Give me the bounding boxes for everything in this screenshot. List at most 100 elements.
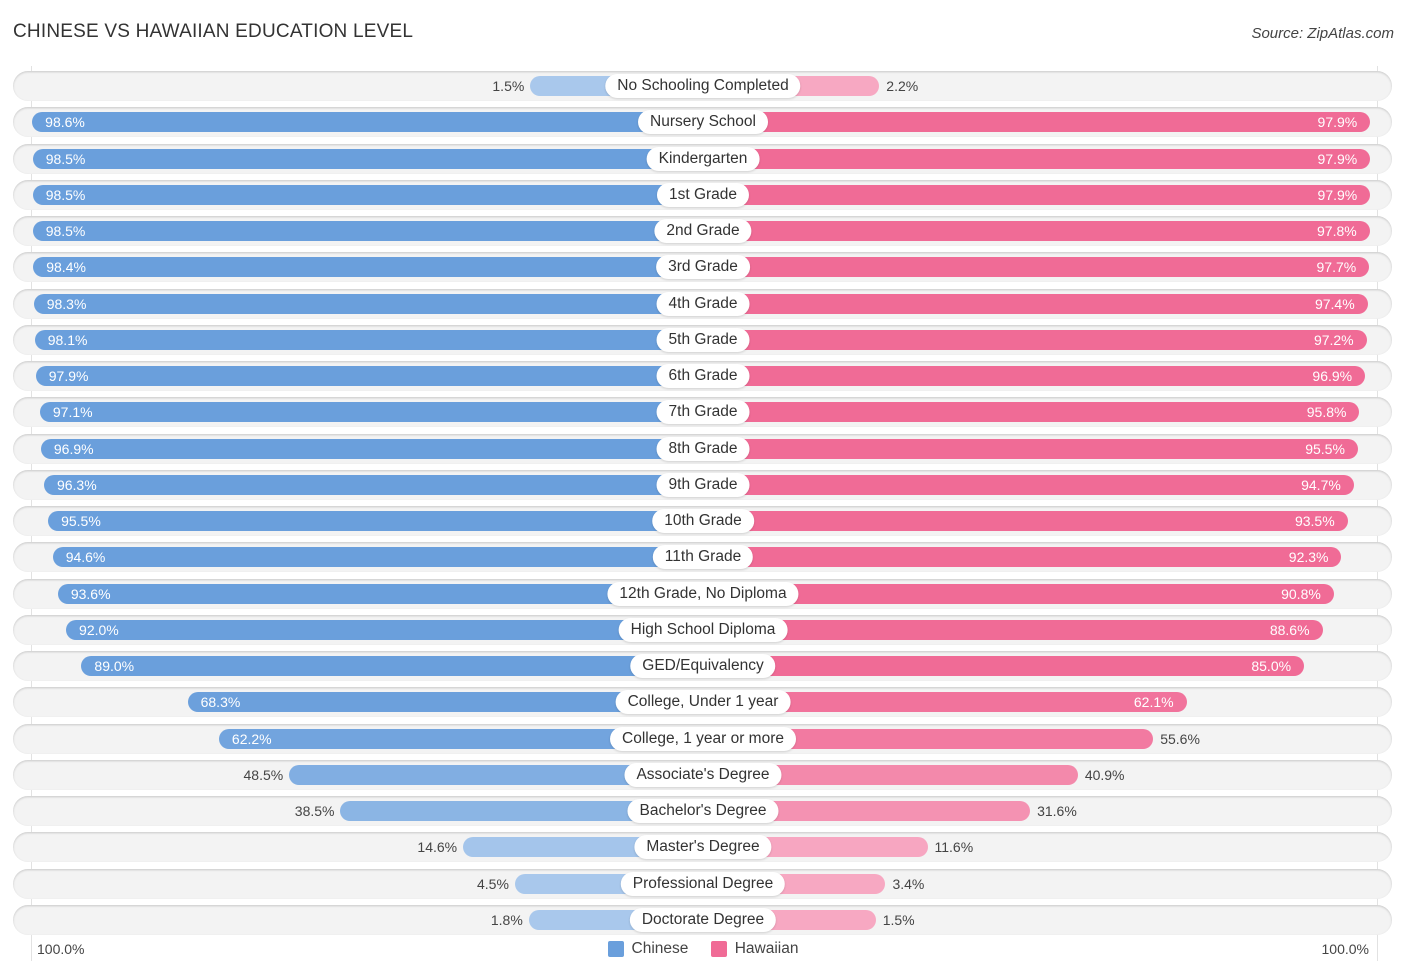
value-label-chinese: 89.0%: [94, 658, 135, 674]
bar-hawaiian[interactable]: [703, 474, 1354, 495]
chart-area: 1.5% 2.2% No Schooling Completed 98.6% 97.9%…: [0, 0, 1406, 975]
category-label: Nursery School: [638, 110, 768, 135]
value-label-chinese: 1.5%: [492, 78, 525, 94]
value-label-hawaiian: 62.1%: [1133, 694, 1174, 711]
bar-chinese[interactable]: [43, 474, 703, 495]
value-label-hawaiian: 3.4%: [892, 875, 925, 892]
legend: Chinese Hawaiian: [0, 940, 1406, 962]
value-label-hawaiian: 11.6%: [934, 839, 974, 856]
value-label-hawaiian: 1.5%: [882, 911, 915, 928]
category-label: Bachelor's Degree: [627, 799, 779, 823]
value-label-chinese: 98.1%: [47, 331, 88, 348]
bar-chinese[interactable]: [34, 329, 703, 350]
bar-chinese[interactable]: [48, 511, 703, 531]
bar-hawaiian[interactable]: [703, 366, 1366, 386]
value-label-hawaiian: 97.9%: [1317, 186, 1358, 203]
bar-chinese[interactable]: [33, 257, 703, 278]
bar-hawaiian[interactable]: [703, 329, 1367, 350]
category-label: College, Under 1 year: [615, 690, 791, 715]
value-label-chinese: 4.5%: [477, 875, 509, 892]
legend-item-hawaiian[interactable]: Hawaiian: [710, 940, 799, 958]
category-label: 2nd Grade: [654, 219, 752, 243]
category-label: 9th Grade: [656, 472, 750, 497]
bar-hawaiian[interactable]: [703, 619, 1323, 640]
value-label-hawaiian: 2.2%: [886, 78, 919, 94]
value-label-chinese: 94.6%: [65, 549, 106, 566]
category-label: No Schooling Completed: [605, 74, 801, 98]
value-label-hawaiian: 94.7%: [1301, 476, 1341, 493]
value-label-hawaiian: 97.8%: [1317, 223, 1357, 239]
legend-item-chinese[interactable]: Chinese: [607, 940, 689, 958]
category-label: GED/Equivalency: [630, 654, 776, 678]
value-label-hawaiian: 96.9%: [1312, 368, 1353, 384]
legend-swatch-hawaiian: [710, 941, 727, 957]
bar-chinese[interactable]: [32, 112, 703, 133]
value-label-chinese: 62.2%: [231, 730, 272, 747]
bar-chinese[interactable]: [52, 547, 703, 568]
bar-hawaiian[interactable]: [703, 221, 1370, 241]
value-label-hawaiian: 97.7%: [1316, 259, 1357, 276]
bar-hawaiian[interactable]: [703, 402, 1360, 423]
bar-chinese[interactable]: [81, 656, 703, 676]
category-label: Doctorate Degree: [629, 907, 777, 932]
value-label-hawaiian: 90.8%: [1281, 585, 1321, 602]
bar-chinese[interactable]: [40, 438, 703, 459]
bar-chinese[interactable]: [32, 184, 703, 205]
value-label-hawaiian: 97.9%: [1317, 114, 1358, 131]
bar-chinese[interactable]: [35, 366, 703, 386]
bar-chinese[interactable]: [39, 402, 703, 423]
value-label-hawaiian: 40.9%: [1084, 766, 1125, 783]
bar-hawaiian[interactable]: [703, 184, 1371, 205]
legend-label-hawaiian: Hawaiian: [734, 940, 799, 957]
value-label-chinese: 1.8%: [490, 911, 523, 928]
value-label-chinese: 68.3%: [200, 694, 241, 711]
value-label-chinese: 98.5%: [45, 223, 86, 239]
category-label: Master's Degree: [634, 835, 772, 860]
category-label: 11th Grade: [652, 545, 754, 570]
category-label: 1st Grade: [656, 182, 750, 207]
value-label-chinese: 92.0%: [79, 621, 119, 638]
bar-hawaiian[interactable]: [703, 656, 1305, 676]
bar-hawaiian[interactable]: [703, 511, 1348, 531]
bar-chinese[interactable]: [32, 221, 703, 241]
value-label-chinese: 95.5%: [61, 513, 101, 529]
legend-label-chinese: Chinese: [631, 940, 689, 957]
value-label-chinese: 97.1%: [52, 404, 93, 421]
value-label-hawaiian: 88.6%: [1269, 621, 1310, 638]
value-label-chinese: 98.4%: [46, 259, 86, 276]
legend-swatch-chinese: [607, 941, 624, 957]
bar-hawaiian[interactable]: [703, 148, 1371, 169]
value-label-chinese: 48.5%: [243, 766, 284, 783]
value-label-chinese: 98.5%: [45, 150, 86, 167]
category-label: College, 1 year or more: [610, 726, 796, 751]
bar-hawaiian[interactable]: [703, 257, 1370, 278]
category-label: 6th Grade: [656, 364, 750, 388]
value-label-chinese: 96.9%: [53, 440, 94, 457]
value-label-hawaiian: 31.6%: [1037, 803, 1077, 819]
value-label-chinese: 98.5%: [45, 186, 86, 203]
value-label-chinese: 97.9%: [48, 368, 89, 384]
bar-hawaiian[interactable]: [703, 547, 1342, 568]
category-label: 8th Grade: [656, 436, 750, 461]
category-label: 5th Grade: [656, 327, 750, 352]
bar-hawaiian[interactable]: [703, 438, 1358, 459]
category-label: Professional Degree: [620, 871, 786, 896]
category-label: 4th Grade: [656, 291, 750, 316]
bar-chinese[interactable]: [33, 293, 703, 314]
value-label-hawaiian: 97.9%: [1317, 150, 1358, 167]
value-label-chinese: 98.3%: [46, 295, 87, 312]
bar-chinese[interactable]: [32, 148, 703, 169]
bar-chinese[interactable]: [66, 619, 703, 640]
value-label-chinese: 93.6%: [70, 585, 111, 602]
bar-hawaiian[interactable]: [703, 293, 1368, 314]
value-label-hawaiian: 97.4%: [1314, 295, 1355, 312]
category-label: Associate's Degree: [624, 762, 782, 787]
category-label: 12th Grade, No Diploma: [607, 581, 799, 606]
category-label: Kindergarten: [646, 146, 760, 171]
category-label: 3rd Grade: [656, 255, 750, 280]
value-label-chinese: 98.6%: [45, 114, 85, 131]
value-label-hawaiian: 92.3%: [1288, 549, 1329, 566]
bar-chinese[interactable]: [57, 583, 703, 604]
value-label-hawaiian: 95.5%: [1305, 440, 1345, 457]
bar-hawaiian[interactable]: [703, 112, 1371, 133]
